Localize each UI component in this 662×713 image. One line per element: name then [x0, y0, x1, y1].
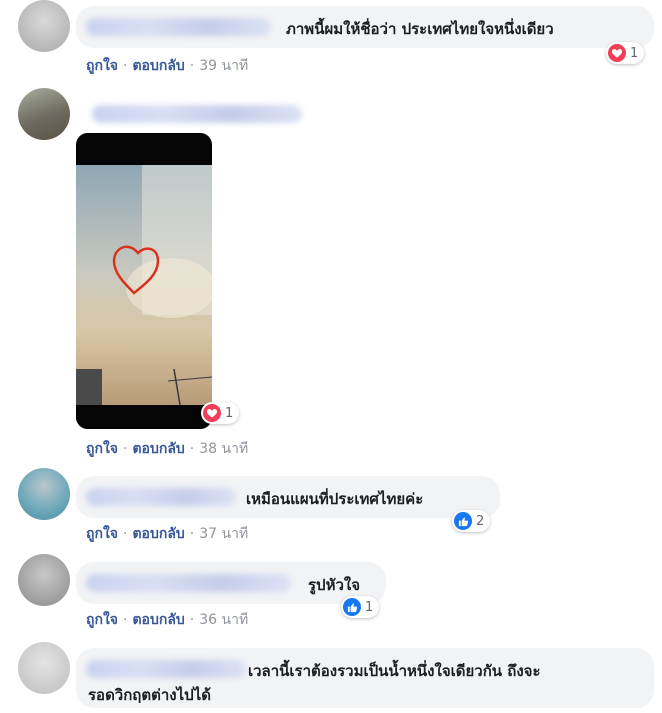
- comment-text: เหมือนแผนที่ประเทศไทยค่ะ: [246, 490, 424, 508]
- commenter-name[interactable]: [86, 660, 246, 678]
- avatar[interactable]: [18, 0, 70, 52]
- timestamp[interactable]: 36 นาที: [199, 612, 248, 628]
- reaction-count: 1: [630, 45, 639, 61]
- like-icon: [454, 512, 472, 530]
- comment-actions: ถูกใจ · ตอบกลับ · 36 นาที: [86, 612, 249, 628]
- heart-icon: [608, 44, 626, 62]
- comment-actions: ถูกใจ · ตอบกลับ · 37 นาที: [86, 526, 249, 542]
- comment-actions: ถูกใจ · ตอบกลับ · 38 นาที: [86, 441, 249, 457]
- reaction-count: 1: [225, 405, 234, 421]
- reaction-badge[interactable]: 1: [341, 596, 380, 618]
- timestamp[interactable]: 38 นาที: [199, 441, 248, 457]
- like-link[interactable]: ถูกใจ: [86, 58, 118, 74]
- like-link[interactable]: ถูกใจ: [86, 612, 118, 628]
- comment-text: ภาพนี้ผมให้ชื่อว่า ประเทศไทยใจหนึ่งเดียว: [286, 20, 554, 38]
- commenter-name[interactable]: [92, 105, 302, 123]
- comment-photo[interactable]: [76, 133, 212, 429]
- reaction-badge[interactable]: 2: [452, 510, 491, 532]
- avatar[interactable]: [18, 468, 70, 520]
- reaction-count: 1: [365, 599, 374, 615]
- commenter-name[interactable]: [86, 488, 236, 506]
- reaction-badge[interactable]: 1: [606, 42, 645, 64]
- reaction-count: 2: [476, 513, 485, 529]
- comment-bubble: เหมือนแผนที่ประเทศไทยค่ะ: [76, 476, 500, 518]
- reply-link[interactable]: ตอบกลับ: [132, 441, 184, 457]
- comment-text: รูปหัวใจ: [308, 576, 361, 594]
- timestamp[interactable]: 37 นาที: [199, 526, 248, 542]
- timestamp[interactable]: 39 นาที: [199, 58, 248, 74]
- reaction-badge[interactable]: 1: [201, 402, 240, 424]
- comment-text: รอดวิกฤตต่างไปได้: [88, 686, 211, 704]
- comment-text: เวลานี้เราต้องรวมเป็นน้ำหนึ่งใจเดียวกัน …: [248, 662, 541, 680]
- like-link[interactable]: ถูกใจ: [86, 526, 118, 542]
- reply-link[interactable]: ตอบกลับ: [132, 58, 184, 74]
- avatar[interactable]: [18, 88, 70, 140]
- avatar[interactable]: [18, 642, 70, 694]
- reply-link[interactable]: ตอบกลับ: [132, 612, 184, 628]
- comment-actions: ถูกใจ · ตอบกลับ · 39 นาที: [86, 58, 249, 74]
- reply-link[interactable]: ตอบกลับ: [132, 526, 184, 542]
- comment-bubble: รูปหัวใจ: [76, 562, 386, 604]
- commenter-name[interactable]: [86, 574, 291, 592]
- like-icon: [343, 598, 361, 616]
- heart-icon: [203, 404, 221, 422]
- like-link[interactable]: ถูกใจ: [86, 441, 118, 457]
- commenter-name[interactable]: [86, 18, 271, 36]
- comment-bubble: ภาพนี้ผมให้ชื่อว่า ประเทศไทยใจหนึ่งเดียว: [76, 6, 654, 48]
- avatar[interactable]: [18, 554, 70, 606]
- comment-bubble: เวลานี้เราต้องรวมเป็นน้ำหนึ่งใจเดียวกัน …: [76, 648, 654, 708]
